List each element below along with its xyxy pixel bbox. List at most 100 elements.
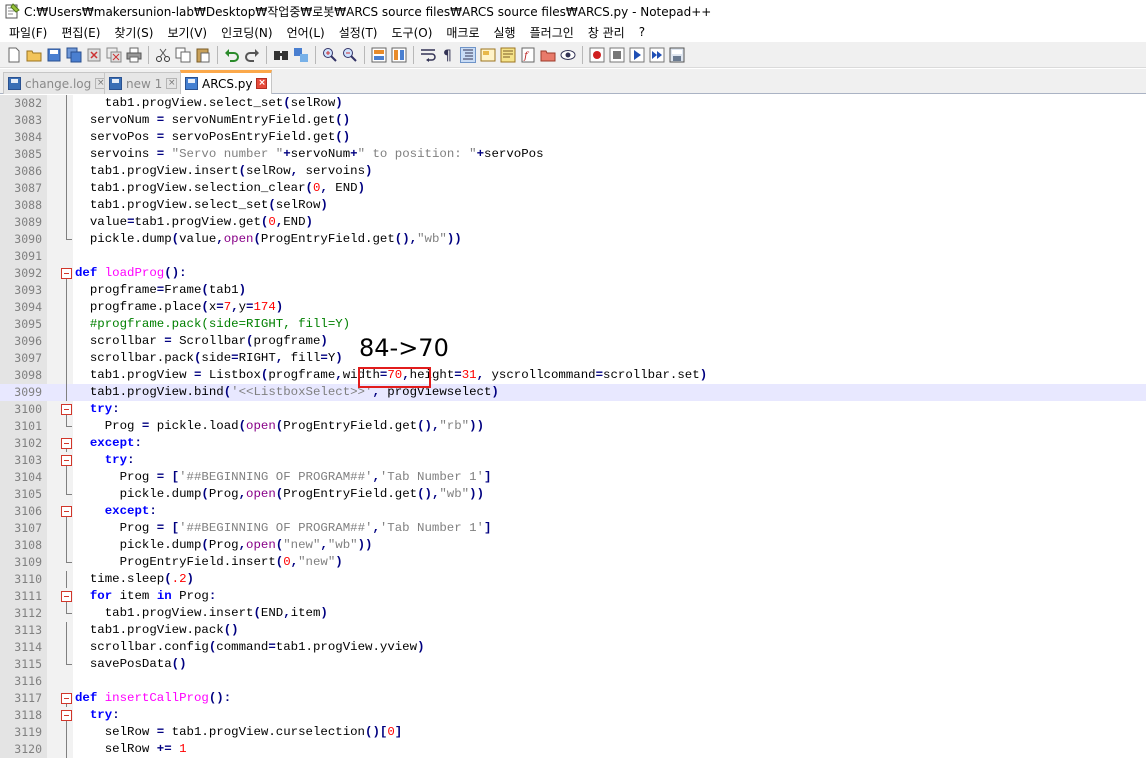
code-line[interactable]: 3105 pickle.dump(Prog,open(ProgEntryFiel… — [0, 486, 1146, 503]
code-line[interactable]: 3099 tab1.progView.bind('<<ListboxSelect… — [0, 384, 1146, 401]
monitoring-icon[interactable] — [560, 47, 576, 63]
print-icon[interactable] — [126, 47, 142, 63]
code-line[interactable]: 3092 def loadProg(): — [0, 265, 1146, 282]
code-line[interactable]: 3098 tab1.progView = Listbox(progframe,w… — [0, 367, 1146, 384]
code-line[interactable]: 3086 tab1.progView.insert(selRow, servoi… — [0, 163, 1146, 180]
code-line[interactable]: 3114 scrollbar.config(command=tab1.progV… — [0, 639, 1146, 656]
menu-language[interactable]: 언어(L) — [280, 24, 332, 41]
menu-help[interactable]: ? — [632, 25, 652, 39]
menu-encoding[interactable]: 인코딩(N) — [214, 24, 279, 41]
code-line[interactable]: 3110 time.sleep(.2) — [0, 571, 1146, 588]
code-line[interactable]: 3109 ProgEntryField.insert(0,"new") — [0, 554, 1146, 571]
code-line[interactable]: 3091 — [0, 248, 1146, 265]
code-line[interactable]: 3118 try: — [0, 707, 1146, 724]
save-all-icon[interactable] — [66, 47, 82, 63]
code-line[interactable]: 3104 Prog = ['##BEGINNING OF PROGRAM##',… — [0, 469, 1146, 486]
cut-icon[interactable] — [155, 47, 171, 63]
fold-toggle-icon[interactable] — [61, 506, 72, 517]
save-icon[interactable] — [46, 47, 62, 63]
menu-settings[interactable]: 설정(T) — [332, 24, 385, 41]
fold-toggle-icon[interactable] — [61, 455, 72, 466]
line-number: 3087 — [14, 181, 42, 195]
zoom-out-icon[interactable] — [342, 47, 358, 63]
code-line[interactable]: 3094 progframe.place(x=7,y=174) — [0, 299, 1146, 316]
paste-icon[interactable] — [195, 47, 211, 63]
save-macro-icon[interactable] — [669, 47, 685, 63]
code-line[interactable]: 3103 try: — [0, 452, 1146, 469]
code-text: servoPos = servoPosEntryField.get() — [75, 130, 351, 144]
menu-edit[interactable]: 편집(E) — [54, 24, 107, 41]
fold-toggle-icon[interactable] — [61, 268, 72, 279]
code-line[interactable]: 3108 pickle.dump(Prog,open("new","wb")) — [0, 537, 1146, 554]
code-line[interactable]: 3093 progframe=Frame(tab1) — [0, 282, 1146, 299]
code-line[interactable]: 3100 try: — [0, 401, 1146, 418]
replace-icon[interactable] — [293, 47, 309, 63]
function-list-icon[interactable]: f — [520, 47, 536, 63]
code-line[interactable]: 3087 tab1.progView.selection_clear(0, EN… — [0, 180, 1146, 197]
new-file-icon[interactable] — [6, 47, 22, 63]
code-line[interactable]: 3083 servoNum = servoNumEntryField.get() — [0, 112, 1146, 129]
code-line[interactable]: 3116 — [0, 673, 1146, 690]
code-line[interactable]: 3119 selRow = tab1.progView.curselection… — [0, 724, 1146, 741]
undo-icon[interactable] — [224, 47, 240, 63]
menu-file[interactable]: 파일(F) — [2, 24, 54, 41]
tab-new-1[interactable]: new 1 × — [104, 72, 183, 94]
fold-toggle-icon[interactable] — [61, 693, 72, 704]
indent-guide-icon[interactable] — [460, 46, 476, 63]
fold-toggle-icon[interactable] — [61, 404, 72, 415]
tab-change-log[interactable]: change.log × — [3, 72, 112, 94]
code-line[interactable]: 3113 tab1.progView.pack() — [0, 622, 1146, 639]
menu-window[interactable]: 창 관리 — [581, 24, 632, 41]
fold-toggle-icon[interactable] — [61, 710, 72, 721]
code-editor[interactable]: 3082 tab1.progView.select_set(selRow) 308… — [0, 95, 1146, 758]
record-macro-icon[interactable] — [589, 47, 605, 63]
code-line[interactable]: 3106 except: — [0, 503, 1146, 520]
code-line[interactable]: 3082 tab1.progView.select_set(selRow) — [0, 95, 1146, 112]
zoom-in-icon[interactable] — [322, 47, 338, 63]
close-all-icon[interactable] — [106, 47, 122, 63]
code-line[interactable]: 3085 servoins = "Servo number "+servoNum… — [0, 146, 1146, 163]
code-line[interactable]: 3120 selRow += 1 — [0, 741, 1146, 758]
run-macro-multiple-icon[interactable] — [649, 47, 665, 63]
open-file-icon[interactable] — [26, 47, 42, 63]
menu-view[interactable]: 보기(V) — [160, 24, 214, 41]
find-icon[interactable] — [273, 47, 289, 63]
stop-record-icon[interactable] — [609, 47, 625, 63]
menu-tools[interactable]: 도구(O) — [385, 24, 440, 41]
fold-toggle-icon[interactable] — [61, 591, 72, 602]
sync-horizontal-icon[interactable] — [391, 47, 407, 63]
code-line[interactable]: 3111 for item in Prog: — [0, 588, 1146, 605]
menu-search[interactable]: 찾기(S) — [107, 24, 160, 41]
close-icon[interactable] — [86, 47, 102, 63]
code-line[interactable]: 3084 servoPos = servoPosEntryField.get() — [0, 129, 1146, 146]
code-line[interactable]: 3112 tab1.progView.insert(END,item) — [0, 605, 1146, 622]
code-line[interactable]: 3107 Prog = ['##BEGINNING OF PROGRAM##',… — [0, 520, 1146, 537]
code-line[interactable]: 3088 tab1.progView.select_set(selRow) — [0, 197, 1146, 214]
code-text: selRow += 1 — [75, 742, 187, 756]
fold-toggle-icon[interactable] — [61, 438, 72, 449]
code-line[interactable]: 3102 except: — [0, 435, 1146, 452]
menu-plugins[interactable]: 플러그인 — [523, 24, 581, 41]
code-line[interactable]: 3095 #progframe.pack(side=RIGHT, fill=Y) — [0, 316, 1146, 333]
show-all-chars-icon[interactable]: ¶ — [440, 47, 456, 64]
code-line[interactable]: 3090 pickle.dump(value,open(ProgEntryFie… — [0, 231, 1146, 248]
code-line[interactable]: 3096 scrollbar = Scrollbar(progframe) — [0, 333, 1146, 350]
code-line[interactable]: 3097 scrollbar.pack(side=RIGHT, fill=Y) — [0, 350, 1146, 367]
tab-close-icon[interactable]: × — [256, 78, 268, 89]
tab-arcs-py[interactable]: ARCS.py × — [180, 70, 273, 94]
folder-workspace-icon[interactable] — [540, 47, 556, 63]
doc-map-icon[interactable] — [500, 47, 516, 63]
code-line[interactable]: 3089 value=tab1.progView.get(0,END) — [0, 214, 1146, 231]
menu-macro[interactable]: 매크로 — [439, 24, 486, 41]
code-line[interactable]: 3117 def insertCallProg(): — [0, 690, 1146, 707]
redo-icon[interactable] — [244, 47, 260, 63]
copy-icon[interactable] — [175, 47, 191, 63]
menu-run[interactable]: 실행 — [487, 24, 523, 41]
code-line[interactable]: 3115 savePosData() — [0, 656, 1146, 673]
sync-vertical-icon[interactable] — [371, 47, 387, 63]
udl-icon[interactable] — [480, 47, 496, 63]
word-wrap-icon[interactable] — [420, 47, 436, 63]
code-line[interactable]: 3101 Prog = pickle.load(open(ProgEntryFi… — [0, 418, 1146, 435]
tab-close-icon[interactable]: × — [166, 78, 178, 89]
play-macro-icon[interactable] — [629, 47, 645, 63]
